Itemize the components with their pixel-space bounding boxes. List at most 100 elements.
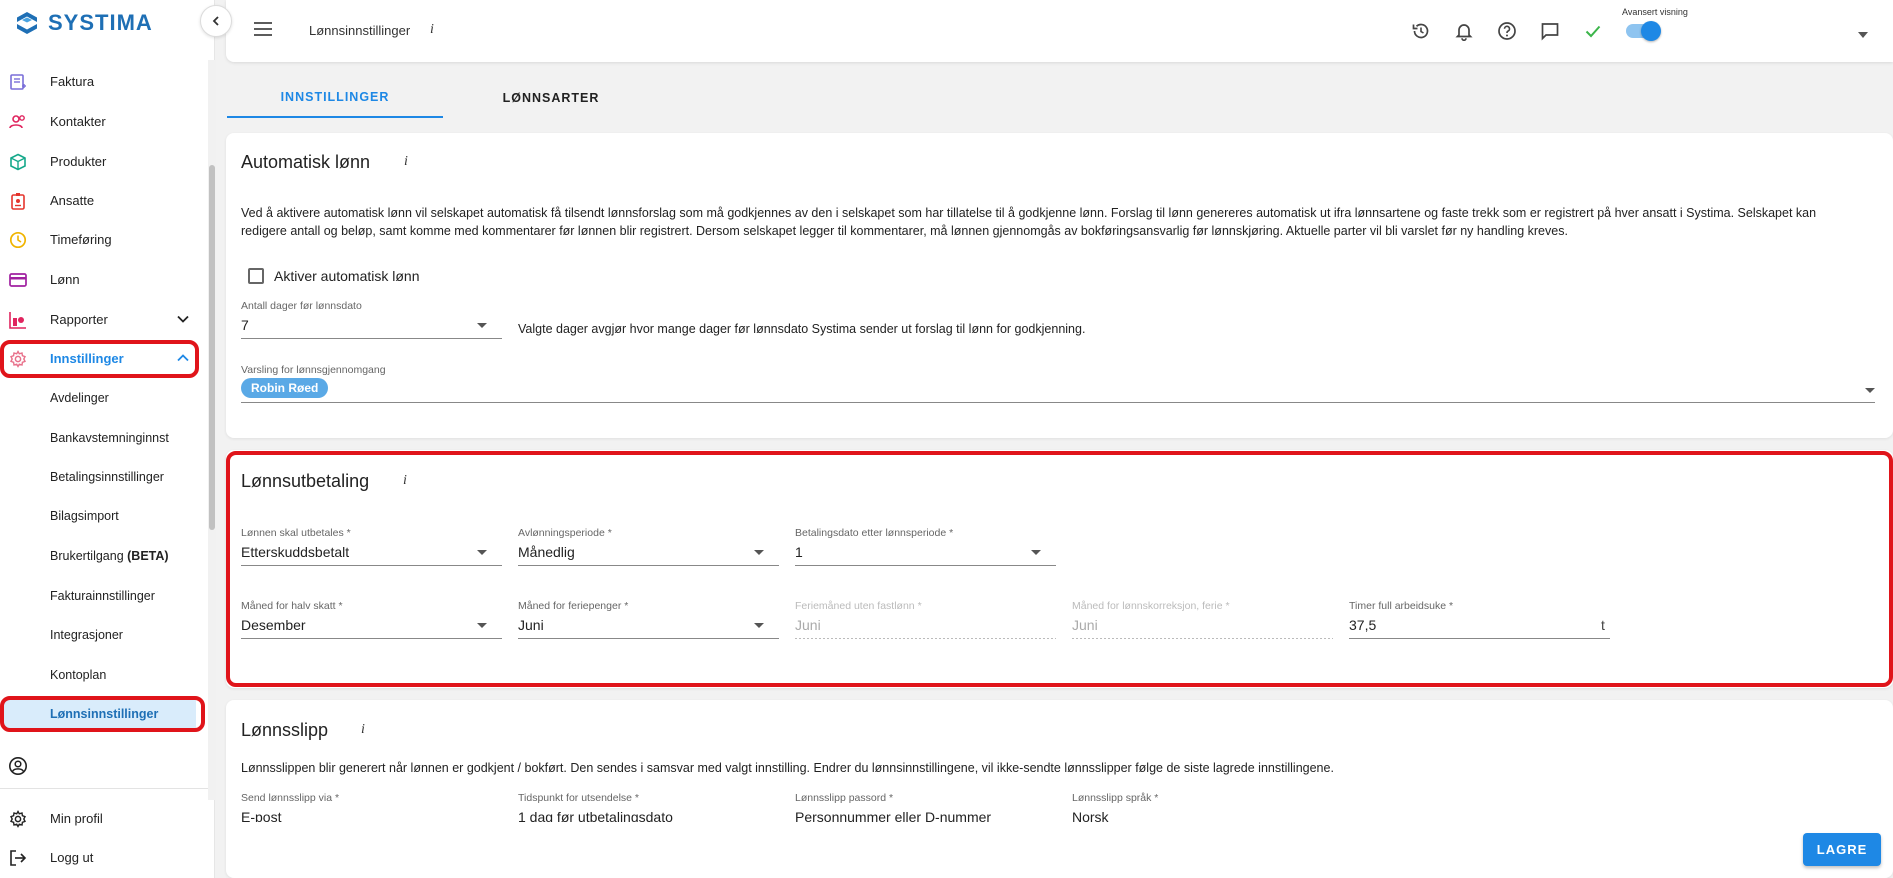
menu-icon[interactable] <box>254 22 272 39</box>
field-underline <box>241 338 502 339</box>
sidebar-subitem-brukertilgang[interactable]: Brukertilgang (BETA) <box>0 539 200 573</box>
field-label: Avlønningsperiode * <box>518 527 612 539</box>
checkmark-icon[interactable] <box>1581 19 1605 43</box>
account-dropdown-icon[interactable] <box>1858 26 1868 41</box>
collapse-sidebar-button[interactable] <box>200 5 232 37</box>
sidebar-item-lonn[interactable]: Lønn <box>0 262 200 296</box>
help-icon[interactable] <box>1495 19 1519 43</box>
sidebar-item-label: Rapporter <box>50 311 108 327</box>
days-before-payday-select[interactable]: Antall dager før lønnsdato 7 <box>241 300 502 342</box>
tab-lonnsarter[interactable]: LØNNSARTER <box>443 78 659 118</box>
sidebar-subitem-label: Betalingsinnstillinger <box>50 470 164 484</box>
sidebar-item-ansatte[interactable]: Ansatte <box>0 183 200 217</box>
payroll-notification-select[interactable]: Varsling for lønnsgjennomgang Robin Røed <box>241 364 1875 406</box>
payslip-password-select[interactable]: Lønnsslipp passord * Personnummer eller … <box>795 792 1056 822</box>
sidebar-scrollbar[interactable] <box>208 60 216 800</box>
dropdown-arrow-icon[interactable] <box>1031 550 1041 555</box>
sidebar-item-label: Timeføring <box>50 231 112 247</box>
sidebar-subitem-kontoplan[interactable]: Kontoplan <box>0 658 200 692</box>
field-underline <box>241 402 1875 403</box>
sidebar-subitem-bankavstemning[interactable]: Bankavstemninginnst <box>0 421 200 455</box>
payslip-info-icon[interactable]: i <box>361 722 365 738</box>
history-icon[interactable] <box>1409 19 1433 43</box>
sidebar-subitem-betalingsinnstillinger[interactable]: Betalingsinnstillinger <box>0 460 200 494</box>
send-time-select[interactable]: Tidspunkt for utsendelse * 1 dag før utb… <box>518 792 779 822</box>
field-label: Antall dager før lønnsdato <box>241 300 362 312</box>
payment-date-select[interactable]: Betalingsdato etter lønnsperiode * 1 <box>795 527 1056 569</box>
sidebar-subitem-integrasjoner[interactable]: Integrasjoner <box>0 618 200 652</box>
sidebar-item-rapporter[interactable]: Rapporter <box>0 302 200 336</box>
sidebar-subitem-label: Kontoplan <box>50 668 107 682</box>
sidebar-item-innstillinger[interactable]: Innstillinger <box>0 341 200 375</box>
field-value: Juni <box>1072 617 1098 633</box>
chevron-up-icon[interactable] <box>176 351 190 368</box>
save-button[interactable]: LAGRE <box>1803 833 1881 866</box>
field-value: Juni <box>795 617 821 633</box>
sidebar: SYSTIMA Faktura Kontakter Produkter Ansa… <box>0 0 216 878</box>
payslip-title: Lønnsslipp <box>241 720 329 740</box>
sidebar-item-kontakter[interactable]: Kontakter <box>0 104 200 138</box>
dropdown-arrow-icon[interactable] <box>477 550 487 555</box>
company-avatar-icon[interactable] <box>8 756 28 779</box>
sidebar-item-label: Ansatte <box>50 192 95 208</box>
dropdown-arrow-icon[interactable] <box>1865 388 1875 393</box>
sidebar-subitem-avdelinger[interactable]: Avdelinger <box>0 381 200 415</box>
field-value: E-post <box>241 809 282 822</box>
pay-period-select[interactable]: Avlønningsperiode * Månedlig <box>518 527 779 569</box>
field-label: Lønnen skal utbetales * <box>241 527 351 539</box>
sidebar-subitem-label: Bankavstemninginnst <box>50 431 169 445</box>
field-underline <box>518 638 779 639</box>
field-underline <box>795 565 1056 566</box>
recipient-chip[interactable]: Robin Røed <box>241 378 329 398</box>
systima-logo[interactable]: SYSTIMA <box>14 10 153 36</box>
systima-logo-icon <box>17 12 37 34</box>
sidebar-item-timeforing[interactable]: Timeføring <box>0 222 200 256</box>
checkbox-label: Aktiver automatisk lønn <box>274 268 420 284</box>
tab-innstillinger[interactable]: INNSTILLINGER <box>227 78 443 118</box>
advanced-view-toggle[interactable] <box>1626 21 1661 41</box>
page-info-icon[interactable]: i <box>430 22 434 38</box>
checkbox-box[interactable] <box>248 268 264 284</box>
field-label: Feriemåned uten fastlønn * <box>795 600 922 612</box>
dropdown-arrow-icon[interactable] <box>477 623 487 628</box>
dropdown-arrow-icon[interactable] <box>754 550 764 555</box>
dropdown-arrow-icon[interactable] <box>754 623 764 628</box>
sidebar-subitem-lonnsinnstillinger[interactable]: Lønnsinnstillinger <box>4 697 196 731</box>
sidebar-scroll-thumb[interactable] <box>209 165 215 530</box>
salary-payout-info-icon[interactable]: i <box>403 473 407 489</box>
field-underline <box>241 638 502 639</box>
field-value: Juni <box>518 617 544 633</box>
sidebar-item-faktura[interactable]: Faktura <box>0 64 200 98</box>
dropdown-arrow-icon[interactable] <box>477 323 487 328</box>
send-payslip-via-select[interactable]: Send lønnsslipp via * E-post <box>241 792 502 822</box>
product-box-icon <box>8 152 28 172</box>
sidebar-subitem-fakturainnstillinger[interactable]: Fakturainnstillinger <box>0 579 200 613</box>
activate-auto-payroll-checkbox[interactable]: Aktiver automatisk lønn <box>248 268 420 284</box>
holiday-pay-month-select[interactable]: Måned for feriepenger * Juni <box>518 600 779 642</box>
advanced-view-label: Avansert visning <box>1622 7 1688 17</box>
sidebar-item-logg-ut[interactable]: Logg ut <box>0 840 200 874</box>
half-tax-month-select[interactable]: Måned for halv skatt * Desember <box>241 600 502 642</box>
automatic-payroll-info-icon[interactable]: i <box>404 154 408 170</box>
description-line: Ved å aktivere automatisk lønn vil selsk… <box>241 206 1817 220</box>
field-value[interactable]: 37,5 <box>1349 617 1376 633</box>
field-underline <box>518 565 779 566</box>
automatic-payroll-title: Automatisk lønn <box>241 152 371 172</box>
brand-name: SYSTIMA <box>48 10 153 35</box>
chevron-down-icon[interactable] <box>176 312 190 329</box>
full-work-week-hours-input[interactable]: Timer full arbeidsuke * 37,5 t <box>1349 600 1610 642</box>
payout-timing-select[interactable]: Lønnen skal utbetales * Etterskuddsbetal… <box>241 527 502 569</box>
field-label: Timer full arbeidsuke * <box>1349 600 1454 612</box>
field-underline <box>795 638 1056 639</box>
field-value: Månedlig <box>518 544 575 560</box>
sidebar-subitem-bilagsimport[interactable]: Bilagsimport <box>0 499 200 533</box>
toggle-knob <box>1641 21 1661 41</box>
notifications-bell-icon[interactable] <box>1452 19 1476 43</box>
sidebar-item-produkter[interactable]: Produkter <box>0 144 200 178</box>
sidebar-subitem-label: Avdelinger <box>50 391 109 405</box>
sidebar-item-min-profil[interactable]: Min profil <box>0 801 200 835</box>
chat-icon[interactable] <box>1538 19 1562 43</box>
payslip-language-select[interactable]: Lønnsslipp språk * Norsk <box>1072 792 1333 822</box>
sidebar-subitem-label: Fakturainnstillinger <box>50 589 155 603</box>
profile-gear-icon <box>8 809 28 829</box>
